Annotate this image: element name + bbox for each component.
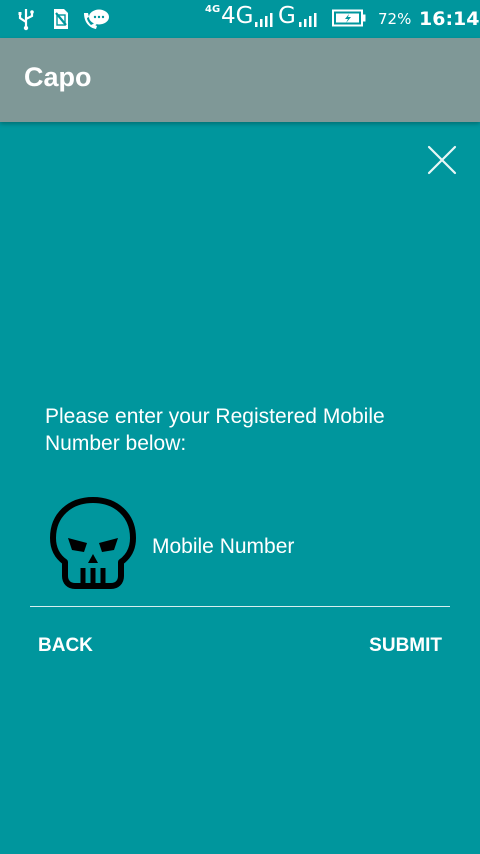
battery-charging-icon	[332, 9, 366, 27]
chat-icon	[84, 9, 109, 29]
app-bar: Capo	[0, 38, 480, 122]
clock: 16:14	[419, 8, 480, 30]
skull-icon	[50, 497, 136, 589]
prompt-text: Please enter your Registered Mobile Numb…	[45, 405, 385, 455]
app-title: Capo	[24, 62, 92, 92]
back-button[interactable]: BACK	[38, 628, 93, 664]
signal-icon	[255, 13, 273, 27]
status-bar: 4G 4G G 72% 16:14	[0, 0, 480, 38]
signal-icon-2	[299, 13, 317, 27]
network-type-large: 4G	[221, 3, 254, 29]
battery-percent: 72%	[378, 10, 412, 28]
close-button[interactable]	[424, 142, 460, 178]
no-sim-icon	[54, 9, 68, 29]
submit-button[interactable]: SUBMIT	[369, 628, 442, 664]
network-type-g: G	[278, 3, 296, 29]
usb-icon	[18, 9, 34, 31]
close-icon	[427, 145, 457, 175]
input-divider	[30, 606, 450, 607]
network-type-small: 4G	[205, 4, 221, 15]
mobile-number-input[interactable]	[150, 530, 444, 564]
